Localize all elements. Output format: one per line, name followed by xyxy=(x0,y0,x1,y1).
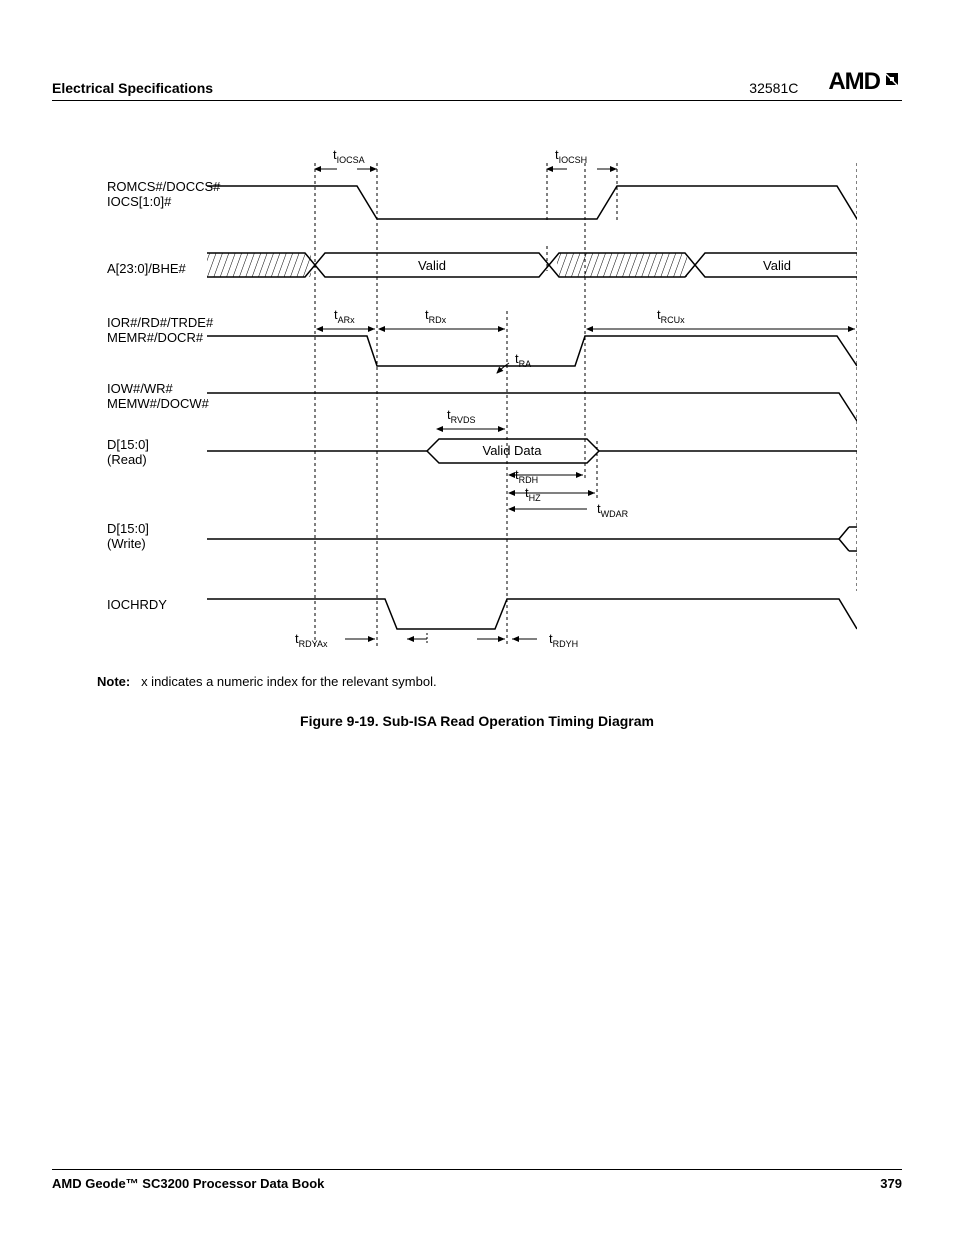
d-write-label-1: D[15:0] xyxy=(107,521,149,536)
t-iocsh-label: tIOCSH xyxy=(555,147,587,165)
t-arx-label: tARx xyxy=(334,307,355,325)
ior-label-2: MEMR#/DOCR# xyxy=(107,330,204,345)
romcs-label-1: ROMCS#/DOCCS# xyxy=(107,179,221,194)
iow-label-1: IOW#/WR# xyxy=(107,381,173,396)
timing-diagram: tIOCSA tIOCSH ROMCS#/DOCCS# IOCS[1:0]# A… xyxy=(97,141,857,729)
t-rdyax-label: tRDYAx xyxy=(295,631,328,649)
addr-waveform: Valid Valid xyxy=(207,253,857,277)
iochrdy-label: IOCHRDY xyxy=(107,597,167,612)
footer-book-title: AMD Geode™ SC3200 Processor Data Book xyxy=(52,1176,324,1191)
document-number: 32581C xyxy=(749,80,798,96)
d-read-label-2: (Read) xyxy=(107,452,147,467)
page-header: Electrical Specifications 32581C AMD xyxy=(52,68,902,101)
valid-data-label: Valid Data xyxy=(482,443,542,458)
t-rdx-label: tRDx xyxy=(425,307,447,325)
t-rcux-label: tRCUx xyxy=(657,307,685,325)
ior-label-1: IOR#/RD#/TRDE# xyxy=(107,315,214,330)
diagram-note: Note: x indicates a numeric index for th… xyxy=(97,674,857,689)
section-title: Electrical Specifications xyxy=(52,80,213,96)
d-write-label-2: (Write) xyxy=(107,536,146,551)
amd-arrow-icon xyxy=(882,68,902,96)
note-text: x indicates a numeric index for the rele… xyxy=(141,674,437,689)
note-label: Note: xyxy=(97,674,130,689)
t-rvds-label: tRVDS xyxy=(447,407,475,425)
page-footer: AMD Geode™ SC3200 Processor Data Book 37… xyxy=(52,1169,902,1191)
romcs-label-2: IOCS[1:0]# xyxy=(107,194,172,209)
d-read-label-1: D[15:0] xyxy=(107,437,149,452)
iow-label-2: MEMW#/DOCW# xyxy=(107,396,210,411)
t-rdh-label: tRDH xyxy=(515,467,538,485)
addr-label: A[23:0]/BHE# xyxy=(107,261,187,276)
figure-caption: Figure 9-19. Sub-ISA Read Operation Timi… xyxy=(97,713,857,729)
svg-text:Valid: Valid xyxy=(418,258,446,273)
t-iocsa-label: tIOCSA xyxy=(333,147,365,165)
footer-page-number: 379 xyxy=(880,1176,902,1191)
t-wdar-label: tWDAR xyxy=(597,501,629,519)
t-rdyh-label: tRDYH xyxy=(549,631,578,649)
svg-text:Valid: Valid xyxy=(763,258,791,273)
amd-logo: AMD xyxy=(828,68,902,96)
t-hz-label: tHZ xyxy=(525,485,541,503)
